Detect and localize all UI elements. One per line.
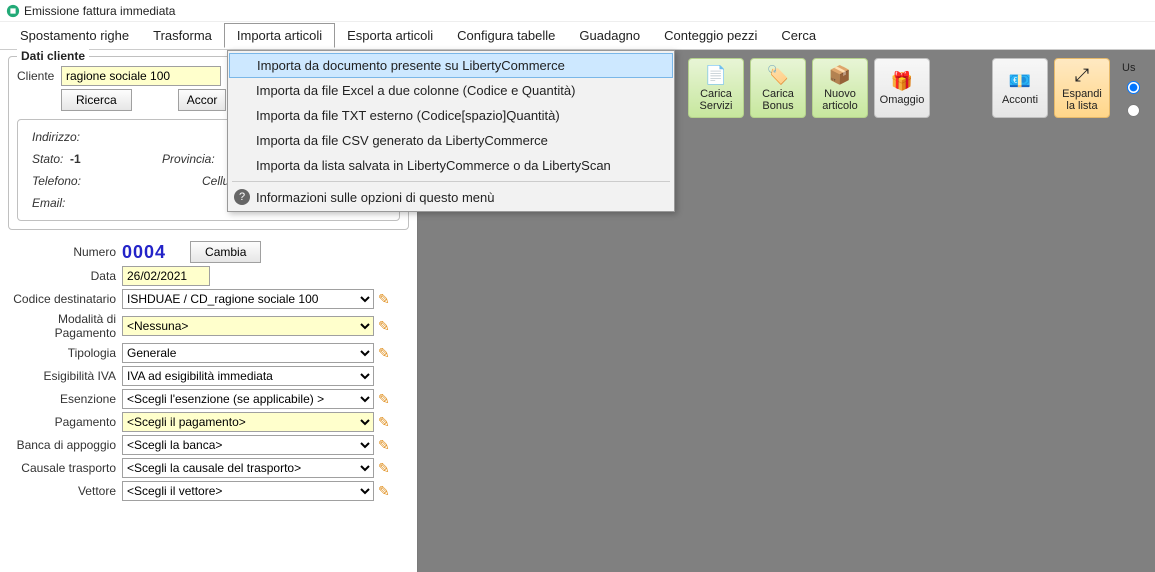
titlebar: Emissione fattura immediata: [0, 0, 1155, 22]
money-icon: 💶: [1009, 71, 1031, 92]
menubar: Spostamento righe Trasforma Importa arti…: [0, 22, 1155, 50]
field-label-3: Esigibilità IVA: [0, 369, 122, 383]
dati-cliente-title: Dati cliente: [17, 49, 89, 63]
codice-destinatario-select[interactable]: ISHDUAE / CD_ragione sociale 100: [122, 289, 374, 309]
pencil-icon[interactable]: ✎: [378, 345, 390, 362]
pagamento-select[interactable]: <Scegli il pagamento>: [122, 412, 374, 432]
menu-cerca[interactable]: Cerca: [769, 24, 828, 47]
radio-option-2[interactable]: [1122, 101, 1143, 120]
indirizzo-label: Indirizzo:: [32, 126, 122, 148]
pencil-icon[interactable]: ✎: [378, 391, 390, 408]
dropdown-info-row[interactable]: ? Informazioni sulle opzioni di questo m…: [228, 185, 674, 209]
stato-label: Stato: -1: [32, 148, 122, 170]
menu-spostamento-righe[interactable]: Spostamento righe: [8, 24, 141, 47]
radios-label: Us: [1122, 62, 1143, 74]
field-label-8: Vettore: [0, 484, 122, 498]
pencil-icon[interactable]: ✎: [378, 318, 390, 335]
tag-icon: 🏷️: [767, 65, 789, 86]
numero-label: Numero: [0, 245, 122, 259]
dropdown-item-importa-documento[interactable]: Importa da documento presente su Liberty…: [229, 53, 673, 78]
carica-bonus-button[interactable]: 🏷️ Carica Bonus: [750, 58, 806, 118]
data-input[interactable]: [122, 266, 210, 286]
acconti-button[interactable]: 💶 Acconti: [992, 58, 1048, 118]
toolbar-radios: Us: [1120, 58, 1145, 124]
nuovo-articolo-label: Nuovo articolo: [815, 88, 865, 112]
modalita-pagamento-select[interactable]: <Nessuna>: [122, 316, 374, 336]
espandi-lista-label: Espandi la lista: [1057, 88, 1107, 112]
toolbar-buttons: 📄 Carica Servizi 🏷️ Carica Bonus 📦 Nuovo…: [688, 58, 930, 118]
toolbar-buttons-right: 💶 Acconti ⤢ Espandi la lista Us: [992, 58, 1145, 124]
question-icon: ?: [234, 189, 250, 205]
menu-configura-tabelle[interactable]: Configura tabelle: [445, 24, 567, 47]
email-label: Email:: [32, 192, 122, 214]
tipologia-select[interactable]: Generale: [122, 343, 374, 363]
field-label-2: Tipologia: [0, 346, 122, 360]
esenzione-select[interactable]: <Scegli l'esenzione (se applicabile) >: [122, 389, 374, 409]
telefono-label: Telefono:: [32, 170, 122, 192]
pencil-icon[interactable]: ✎: [378, 483, 390, 500]
omaggio-button[interactable]: 🎁 Omaggio: [874, 58, 930, 118]
pencil-icon[interactable]: ✎: [378, 414, 390, 431]
carica-bonus-label: Carica Bonus: [753, 88, 803, 112]
vettore-select[interactable]: <Scegli il vettore>: [122, 481, 374, 501]
cambia-button[interactable]: Cambia: [190, 241, 261, 263]
menu-trasforma[interactable]: Trasforma: [141, 24, 224, 47]
field-label-0: Codice destinatario: [0, 292, 122, 306]
window-title: Emissione fattura immediata: [24, 4, 175, 18]
nuovo-articolo-button[interactable]: 📦 Nuovo articolo: [812, 58, 868, 118]
pencil-icon[interactable]: ✎: [378, 291, 390, 308]
acconti-label: Acconti: [1002, 94, 1038, 106]
data-label: Data: [0, 269, 122, 283]
cliente-input[interactable]: [61, 66, 221, 86]
banca-appoggio-select[interactable]: <Scegli la banca>: [122, 435, 374, 455]
espandi-lista-button[interactable]: ⤢ Espandi la lista: [1054, 58, 1110, 118]
document-icon: 📄: [705, 65, 727, 86]
causale-trasporto-select[interactable]: <Scegli la causale del trasporto>: [122, 458, 374, 478]
field-label-1: Modalità di Pagamento: [0, 312, 122, 340]
accor-button[interactable]: Accor: [178, 89, 227, 111]
omaggio-label: Omaggio: [880, 94, 925, 106]
importa-articoli-dropdown: Importa da documento presente su Liberty…: [227, 50, 675, 212]
esigibilita-iva-select[interactable]: IVA ad esigibilità immediata: [122, 366, 374, 386]
dropdown-info-text: Informazioni sulle opzioni di questo men…: [256, 190, 494, 205]
field-label-6: Banca di appoggio: [0, 438, 122, 452]
carica-servizi-label: Carica Servizi: [691, 88, 741, 112]
field-label-7: Causale trasporto: [0, 461, 122, 475]
gift-icon: 🎁: [891, 71, 913, 92]
dropdown-item-importa-lista[interactable]: Importa da lista salvata in LibertyComme…: [228, 153, 674, 178]
menu-esporta-articoli[interactable]: Esporta articoli: [335, 24, 445, 47]
dropdown-item-importa-txt[interactable]: Importa da file TXT esterno (Codice[spaz…: [228, 103, 674, 128]
provincia-label: Provincia:: [162, 148, 215, 170]
dropdown-item-importa-excel[interactable]: Importa da file Excel a due colonne (Cod…: [228, 78, 674, 103]
box-icon: 📦: [829, 65, 851, 86]
field-label-5: Pagamento: [0, 415, 122, 429]
ricerca-button[interactable]: Ricerca: [61, 89, 132, 111]
radio-option-1[interactable]: [1122, 78, 1143, 97]
pencil-icon[interactable]: ✎: [378, 460, 390, 477]
pencil-icon[interactable]: ✎: [378, 437, 390, 454]
dropdown-separator: [232, 181, 670, 182]
document-form: Numero 0004 Cambia Data Codice destinata…: [0, 234, 417, 504]
cliente-label: Cliente: [17, 69, 61, 83]
dropdown-item-importa-csv[interactable]: Importa da file CSV generato da LibertyC…: [228, 128, 674, 153]
field-label-4: Esenzione: [0, 392, 122, 406]
carica-servizi-button[interactable]: 📄 Carica Servizi: [688, 58, 744, 118]
numero-value: 0004: [122, 242, 166, 263]
expand-icon: ⤢: [1075, 65, 1089, 86]
app-icon: [6, 4, 20, 18]
menu-conteggio-pezzi[interactable]: Conteggio pezzi: [652, 24, 769, 47]
menu-guadagno[interactable]: Guadagno: [567, 24, 652, 47]
menu-importa-articoli[interactable]: Importa articoli: [224, 23, 335, 48]
